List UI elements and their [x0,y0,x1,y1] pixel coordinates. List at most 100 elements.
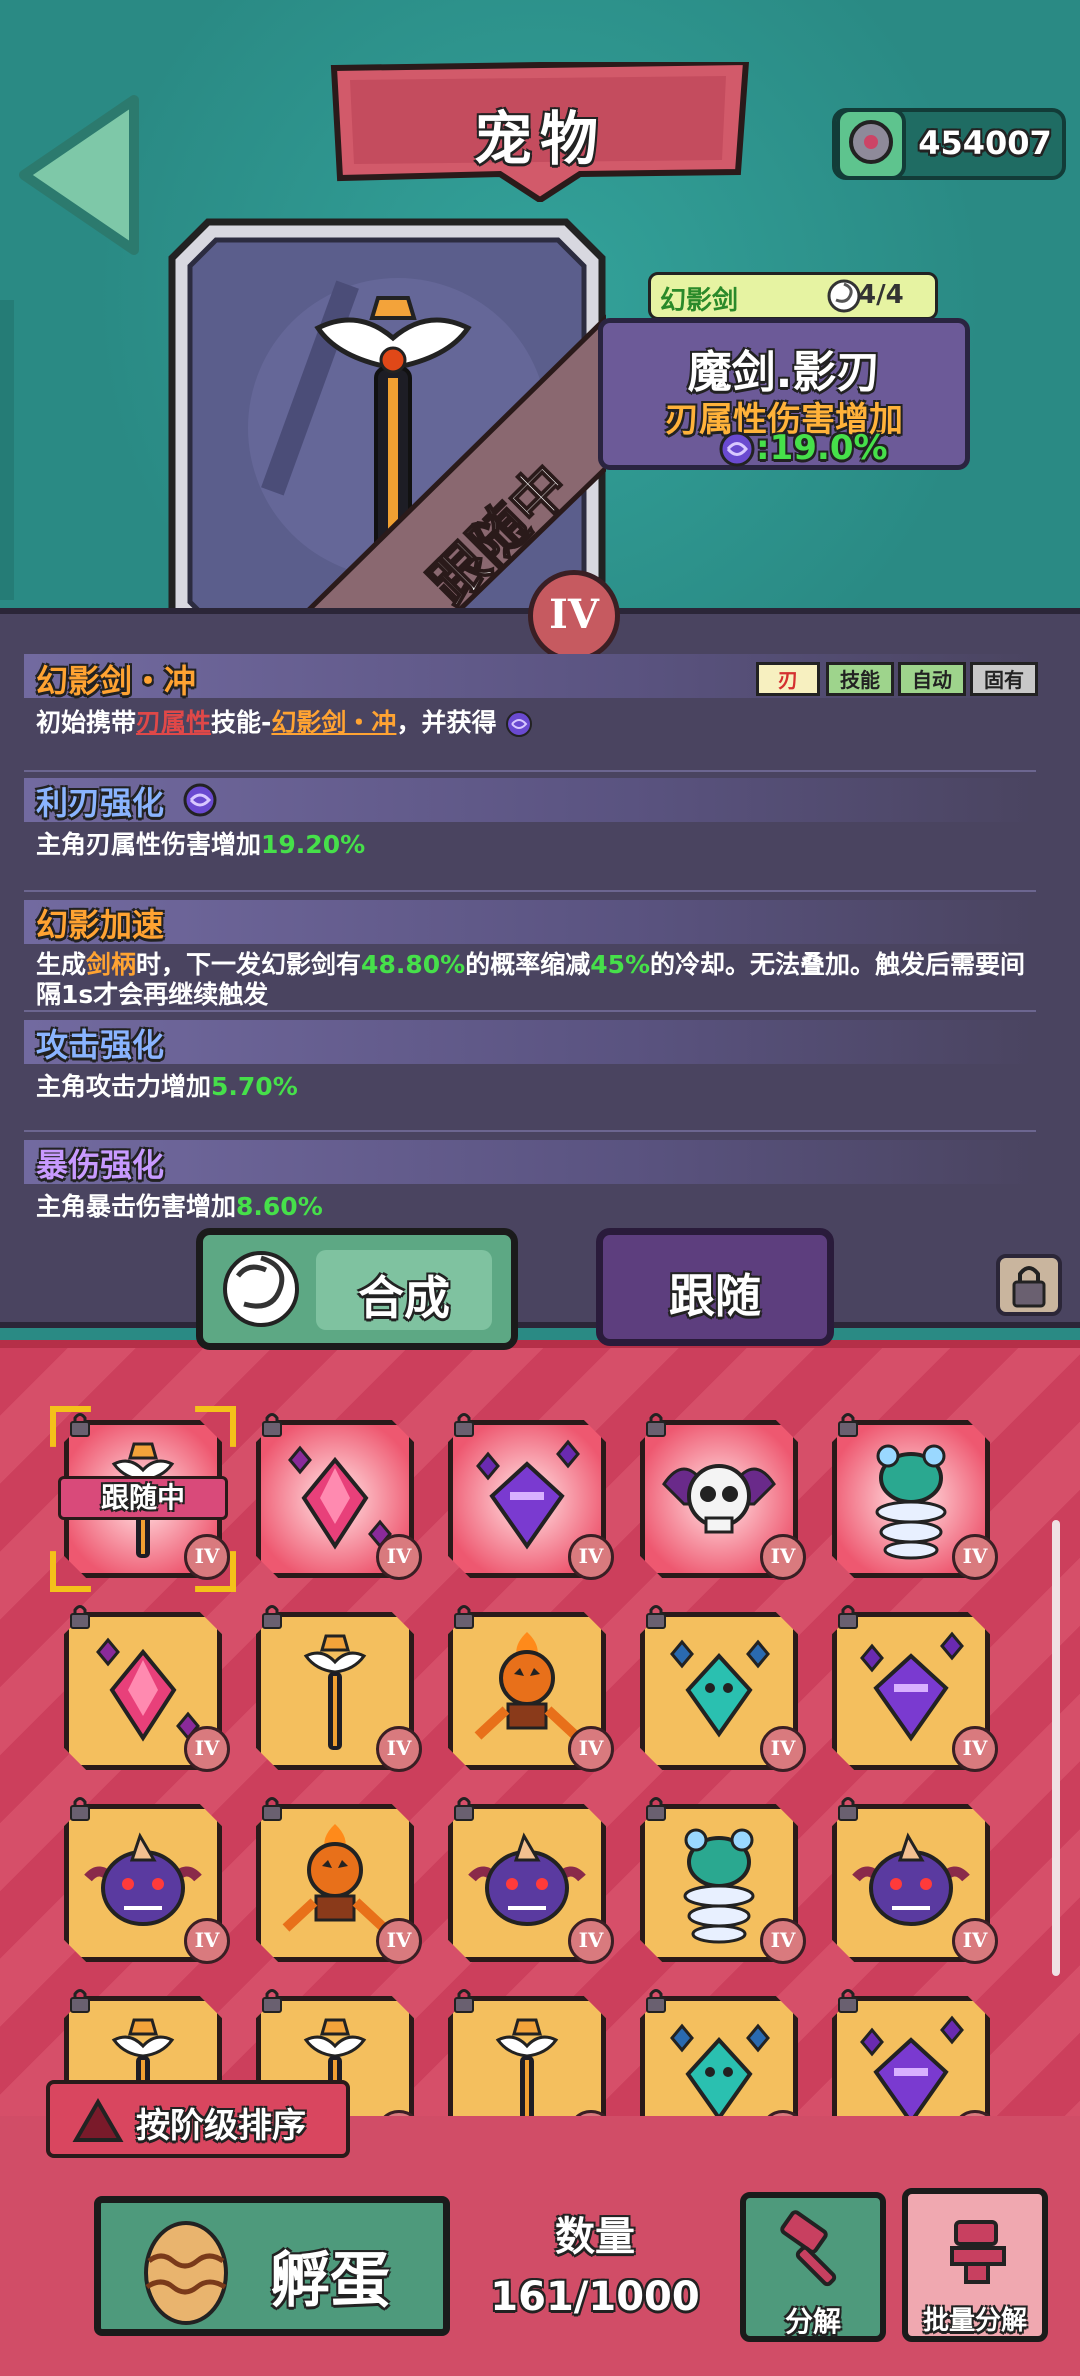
divider [24,770,1036,772]
divider [24,1010,1036,1012]
grade-badge: IV [568,1726,614,1772]
batch-decompose-label[interactable]: 批量分解 [902,2300,1048,2337]
skill-header-bar [24,1020,1036,1064]
grade-badge: IV [184,1534,230,1580]
lock-icon [70,1605,90,1629]
grade-badge: IV [568,1918,614,1964]
swirl-icon [827,279,861,313]
grade-badge: IV [184,1726,230,1772]
grade-badge: IV [952,1534,998,1580]
grade-badge: IV [952,1918,998,1964]
skill-title: 幻影剑・冲 [36,662,197,700]
pet-slot-pumpkin-robot[interactable]: IV [256,1797,422,1964]
pet-coin-icon [836,108,906,180]
grid-scrollbar[interactable] [1052,1520,1060,1976]
grade-badge: IV [760,1726,806,1772]
skill-description: 主角攻击力增加5.70% [36,1072,298,1101]
pet-slot-skull-bat[interactable]: IV [640,1413,806,1580]
lock-icon [454,1989,474,2013]
skill-title: 攻击强化 [36,1026,165,1064]
lock-icon [454,1413,474,1437]
skill-description: 初始携带刃属性技能-幻影剑・冲，并获得 [36,708,1046,738]
pet-slot-teal-spring[interactable]: IV [832,1413,998,1580]
pet-slot-sword[interactable]: IV 跟随中 [50,1406,236,1592]
lock-icon [262,1989,282,2013]
grade-badge: IV [184,1918,230,1964]
lock-icon [70,1797,90,1821]
grade-badge: IV [376,1726,422,1772]
lock-icon [646,1797,666,1821]
skill-description: 主角刃属性伤害增加19.20% [36,830,366,859]
lock-icon [454,1605,474,1629]
lock-icon [838,1989,858,2013]
side-edge [0,300,14,600]
hatch-label[interactable]: 孵蛋 [270,2232,390,2319]
pet-slot-pink-crystal[interactable]: IV [256,1413,422,1580]
egg-icon [144,2221,228,2325]
pet-grade-badge: IV [528,570,620,662]
lock-icon [646,1605,666,1629]
skill-title: 利刃强化 [36,784,165,822]
lock-icon [262,1605,282,1629]
synthesize-label[interactable]: 合成 [316,1262,492,1328]
tag-blade: 刃 [756,662,820,696]
follow-label[interactable]: 跟随 [596,1260,834,1326]
skill-description: 生成剑柄时，下一发幻影剑有48.80%的概率缩减45%的冷却。无法叠加。触发后需… [36,950,1026,1009]
pet-slot-teal-spring[interactable]: IV [640,1797,806,1964]
grade-badge: IV [952,1726,998,1772]
skill-header-bar [24,900,1036,944]
grade-badge: IV [760,1534,806,1580]
lock-icon [838,1797,858,1821]
skill-description: 主角暴击伤害增加8.60% [36,1192,323,1221]
pet-slot-sword[interactable]: IV [256,1605,422,1772]
decompose-label[interactable]: 分解 [740,2300,886,2340]
pet-slot-purple-horn-monster[interactable]: IV [832,1797,998,1964]
skill-header-bar [24,1140,1036,1184]
pet-type-name: 幻影剑 [660,286,739,316]
pet-slot-pink-crystal[interactable]: IV [64,1605,230,1772]
count-value: 161/1000 [490,2274,700,2320]
swirl-icon [223,1251,299,1327]
lock-icon [838,1605,858,1629]
grade-badge: IV [376,1918,422,1964]
anvil-icon [950,2220,1006,2284]
purple-swirl-icon [506,711,533,737]
lock-icon [70,1989,90,2013]
sort-label[interactable]: 按阶级排序 [136,2098,306,2147]
pet-slot-pumpkin-robot[interactable]: IV [448,1605,614,1772]
pet-slot-purple-crystal[interactable]: IV [832,1605,998,1772]
pet-name: 魔剑.影刃 [687,347,881,398]
pet-type-count: 4/4 [858,280,904,310]
grade-badge: IV [376,1534,422,1580]
lock-icon [454,1797,474,1821]
triangle-icon [72,2098,124,2142]
tag-skill: 技能 [826,662,894,696]
lock-icon [262,1797,282,1821]
purple-swirl-icon [719,431,755,467]
pet-slot-purple-horn-monster[interactable]: IV [448,1797,614,1964]
page-title: 宠物 [473,105,606,173]
purple-swirl-icon [183,783,217,817]
hammer-icon [780,2210,837,2287]
pet-slot-teal-crystal[interactable]: IV [640,1605,806,1772]
lock-icon [1012,1266,1046,1308]
skill-header-bar [24,778,1036,822]
count-title: 数量 [555,2214,635,2260]
following-tag: 跟随中 [58,1476,228,1520]
back-arrow-icon[interactable] [14,90,144,260]
tag-auto: 自动 [898,662,966,696]
tag-innate: 固有 [970,662,1038,696]
currency-value: 454007 [918,124,1052,162]
pet-slot-purple-crystal[interactable]: IV [448,1413,614,1580]
lock-button[interactable] [996,1254,1062,1316]
lock-icon [262,1413,282,1437]
pet-slot-purple-horn-monster[interactable]: IV [64,1797,230,1964]
grade-badge: IV [568,1534,614,1580]
skill-title: 暴伤强化 [36,1146,165,1184]
pet-effect-value: :19.0% [756,428,888,468]
lock-icon [646,1989,666,2013]
divider [24,1130,1036,1132]
grade-badge: IV [760,1918,806,1964]
divider [24,890,1036,892]
lock-icon [838,1413,858,1437]
